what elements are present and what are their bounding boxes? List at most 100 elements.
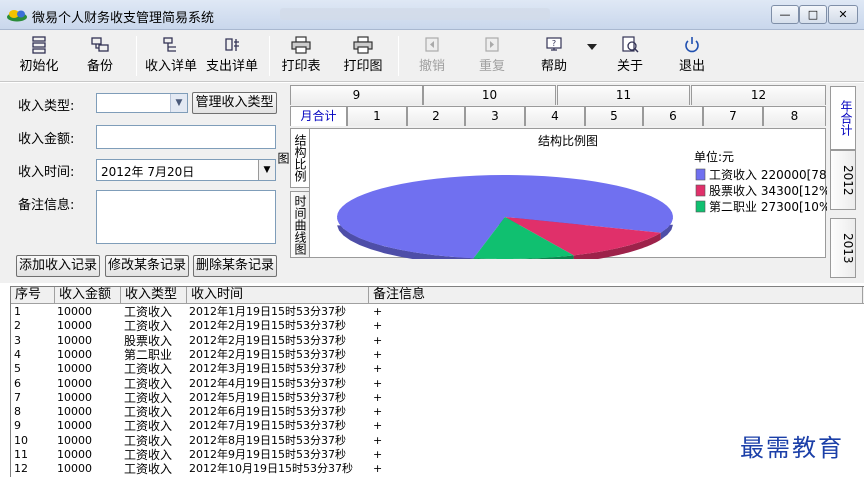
redo-button[interactable]: 重复 xyxy=(472,34,512,78)
table-cell: 12 xyxy=(14,462,28,476)
tab-month-8[interactable]: 8 xyxy=(763,106,826,126)
column-header[interactable]: 收入类型 xyxy=(121,287,187,304)
table-cell: 10000 xyxy=(57,376,92,390)
watermark-text: 最需教育 xyxy=(740,434,844,462)
toolbar-separator xyxy=(136,36,137,76)
tab-year-2013[interactable]: 2013 xyxy=(830,218,856,278)
amount-input[interactable] xyxy=(96,125,276,149)
table-row[interactable]: 5 10000 工资收入 2012年3月19日15时53分37秒 + xyxy=(11,362,864,376)
column-header[interactable]: 序号 xyxy=(11,287,55,304)
table-cell: 2012年4月19日15时53分37秒 xyxy=(189,376,346,390)
help-label: 帮助 xyxy=(540,59,567,74)
help-button[interactable]: ? 帮助 xyxy=(534,34,574,78)
tab-month-12[interactable]: 12 xyxy=(691,85,826,105)
income-detail-button[interactable]: 收入详单 xyxy=(143,34,199,78)
tab-year-2012[interactable]: 2012 xyxy=(830,150,856,210)
tab-month-1[interactable]: 1 xyxy=(347,106,407,126)
table-cell: + xyxy=(373,362,383,376)
table-cell: 工资收入 xyxy=(124,433,173,448)
print-chart-button[interactable]: 打印图 xyxy=(340,34,386,78)
income-type-label: 收入类型: xyxy=(18,99,75,114)
note-textarea[interactable] xyxy=(96,190,276,244)
table-cell: + xyxy=(373,305,383,318)
table-cell: 2012年2月19日15时53分37秒 xyxy=(189,347,346,361)
table-cell: 工资收入 xyxy=(124,376,173,391)
chevron-down-icon[interactable]: ▼ xyxy=(170,94,187,112)
maximize-button[interactable]: □ xyxy=(799,5,827,24)
tab-month-3[interactable]: 3 xyxy=(465,106,525,126)
pie-chart: 结构比例图单位:元工资收入 220000[78%] 股票收入 34300[12%]… xyxy=(337,133,843,266)
table-row[interactable]: 9 10000 工资收入 2012年7月19日15时53分37秒 + xyxy=(11,419,864,433)
tab-month-10[interactable]: 10 xyxy=(423,85,556,105)
table-row[interactable]: 3 10000 股票收入 2012年2月19日15时53分37秒 + xyxy=(11,334,864,348)
about-button[interactable]: 关于 xyxy=(610,34,650,78)
table-cell: 10000 xyxy=(57,390,92,404)
table-cell: 9 xyxy=(14,419,21,433)
minimize-button[interactable]: — xyxy=(771,5,799,24)
table-row[interactable]: 6 10000 工资收入 2012年4月19日15时53分37秒 + xyxy=(11,377,864,391)
tab-month-4[interactable]: 4 xyxy=(525,106,585,126)
expense-detail-button[interactable]: 支出详单 xyxy=(204,34,260,78)
tab-time-curve[interactable]: 时间曲线图 xyxy=(290,191,310,258)
income-type-select[interactable]: ▼ xyxy=(96,93,188,113)
table-cell: 2012年2月19日15时53分37秒 xyxy=(189,319,346,333)
table-row[interactable]: 4 10000 第二职业 2012年2月19日15时53分37秒 + xyxy=(11,348,864,362)
exit-button[interactable]: 退出 xyxy=(672,34,712,78)
time-label: 收入时间: xyxy=(18,165,75,180)
table-cell: 2012年10月19日15时53分37秒 xyxy=(189,462,353,476)
legend-swatch xyxy=(695,184,706,197)
print-table-button[interactable]: 打印表 xyxy=(278,34,324,78)
chevron-down-icon[interactable]: ▼ xyxy=(258,160,275,180)
help-dropdown-button[interactable] xyxy=(584,34,600,78)
init-label: 初始化 xyxy=(19,59,59,74)
table-cell: 工资收入 xyxy=(124,419,173,434)
edit-record-button[interactable]: 修改某条记录 xyxy=(105,255,189,277)
table-row[interactable]: 8 10000 工资收入 2012年6月19日15时53分37秒 + xyxy=(11,405,864,419)
tab-year-total[interactable]: 年合计 xyxy=(830,86,856,150)
tab-month-9[interactable]: 9 xyxy=(290,85,423,105)
table-row[interactable]: 11 10000 工资收入 2012年9月19日15时53分37秒 + xyxy=(11,448,864,462)
income-table: 序号 收入金额 收入类型 收入时间 备注信息 1 10000 工资收入 2012年1月19日1… xyxy=(10,286,864,477)
time-datepicker[interactable]: 2012年 7月20日 ▼ xyxy=(96,159,276,181)
column-header[interactable]: 收入金额 xyxy=(55,287,121,304)
table-cell: 工资收入 xyxy=(124,405,173,420)
column-header[interactable]: 备注信息 xyxy=(369,287,863,304)
help-icon: ? xyxy=(546,37,562,51)
table-row[interactable]: 7 10000 工资收入 2012年5月19日15时53分37秒 + xyxy=(11,391,864,405)
backup-button[interactable]: 备份 xyxy=(80,34,120,78)
table-cell: 2012年1月19日15时53分37秒 xyxy=(189,305,346,318)
add-income-button[interactable]: 添加收入记录 xyxy=(16,255,100,277)
tab-month-11[interactable]: 11 xyxy=(557,85,690,105)
table-row[interactable]: 10 10000 工资收入 2012年8月19日15时53分37秒 + xyxy=(11,434,864,448)
tab-structure-chart[interactable]: 结构比例图 xyxy=(276,128,310,188)
print-chart-label: 打印图 xyxy=(343,59,383,74)
tab-month-total[interactable]: 月合计 xyxy=(290,106,347,126)
table-row[interactable]: 1 10000 工资收入 2012年1月19日15时53分37秒 + xyxy=(11,305,864,319)
column-header[interactable]: 收入时间 xyxy=(187,287,369,304)
tab-month-2[interactable]: 2 xyxy=(407,106,465,126)
structure-chart: 结构比例图单位:元工资收入 220000[78%] 股票收入 34300[12%]… xyxy=(309,128,843,266)
init-button[interactable]: 初始化 xyxy=(14,34,64,78)
amount-label: 收入金额: xyxy=(18,132,75,147)
table-cell: 工资收入 xyxy=(124,305,173,319)
tab-month-6[interactable]: 6 xyxy=(643,106,703,126)
tab-month-5[interactable]: 5 xyxy=(585,106,643,126)
backup-icon xyxy=(91,37,109,52)
table-cell: 工资收入 xyxy=(124,448,173,462)
time-value: 2012年 7月20日 xyxy=(101,165,195,179)
close-button[interactable]: ✕ xyxy=(828,5,858,24)
table-row[interactable]: 2 10000 工资收入 2012年2月19日15时53分37秒 + xyxy=(11,319,864,333)
tab-month-7[interactable]: 7 xyxy=(703,106,763,126)
legend-item: 第二职业 27300[10%] xyxy=(709,200,827,214)
table-cell: 2 xyxy=(14,319,21,333)
window-title: 微易个人财务收支管理简易系统 xyxy=(32,11,215,26)
print-table-label: 打印表 xyxy=(281,59,321,74)
table-row[interactable]: 12 10000 工资收入 2012年10月19日15时53分37秒 + xyxy=(11,462,864,476)
exit-label: 退出 xyxy=(678,59,705,74)
delete-record-button[interactable]: 删除某条记录 xyxy=(193,255,277,277)
table-cell: 工资收入 xyxy=(124,390,173,405)
manage-income-type-button[interactable]: 管理收入类型 xyxy=(192,92,277,114)
expense-detail-label: 支出详单 xyxy=(205,59,258,74)
undo-button[interactable]: 撤销 xyxy=(412,34,452,78)
expense-icon xyxy=(225,38,239,51)
